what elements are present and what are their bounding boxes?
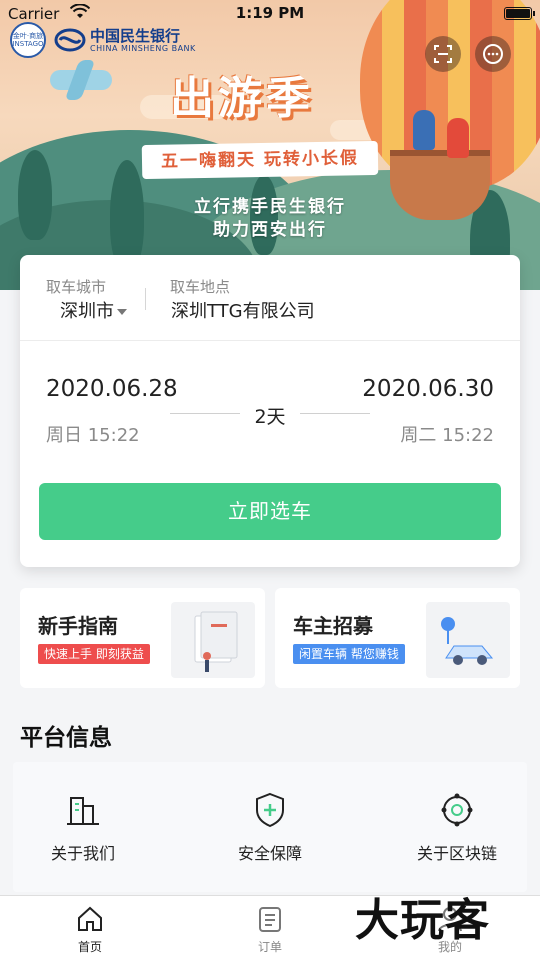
minsheng-bank-icon [54, 28, 86, 52]
tab-home-label: 首页 [77, 940, 102, 954]
banner-title: 出游季 [170, 73, 314, 124]
chevron-down-icon [117, 309, 127, 315]
clock: 1:19 PM [235, 4, 305, 22]
banner-subtitle-line2: 助力西安出行 [213, 220, 327, 240]
guide-card[interactable]: 新手指南 快速上手 即刻获益 [20, 588, 265, 688]
owner-recruit-card[interactable]: 车主招募 闲置车辆 帮您赚钱 [275, 588, 520, 688]
scan-icon [434, 45, 452, 63]
about-us-item[interactable]: 关于我们 [13, 790, 153, 864]
shield-plus-icon [250, 790, 290, 830]
pickup-location-label: 取车地点 [170, 278, 231, 296]
balloon-basket-illustration [390, 150, 490, 220]
platform-info-panel: 关于我们 安全保障 关于区块链 [13, 762, 527, 892]
about-us-label: 关于我们 [50, 844, 115, 863]
banner-subtitle-line1: 立行携手民生银行 [194, 197, 346, 217]
guide-tag: 快速上手 即刻获益 [38, 644, 150, 664]
blockchain-label: 关于区块链 [416, 844, 497, 863]
end-day-time[interactable]: 周二 15:22 [400, 421, 494, 447]
scan-button[interactable] [425, 36, 461, 72]
platform-info-heading: 平台信息 [20, 725, 112, 751]
status-bar: Carrier 1:19 PM [0, 0, 540, 28]
blockchain-item[interactable]: 关于区块链 [387, 790, 527, 864]
person-illustration [447, 118, 469, 158]
end-date[interactable]: 2020.06.30 [362, 376, 494, 402]
person-illustration [413, 110, 435, 150]
watermark-logo: 大玩客 [355, 895, 490, 946]
order-list-icon [255, 904, 285, 934]
bank-name-en: CHINA MINSHENG BANK [90, 43, 196, 53]
booking-card: 取车城市 深圳市 取车地点 深圳TTG有限公司 2020.06.28 周日 15… [20, 255, 520, 567]
banner-ribbon: 五一嗨翻天 玩转小长假 [141, 140, 379, 180]
tab-orders[interactable]: 订单 [230, 904, 310, 955]
security-item[interactable]: 安全保障 [200, 790, 340, 864]
owner-recruit-tag: 闲置车辆 帮您赚钱 [293, 644, 405, 664]
pickup-location-selector[interactable]: 深圳TTG有限公司 [171, 297, 315, 323]
tab-home[interactable]: 首页 [50, 904, 130, 955]
tab-orders-label: 订单 [257, 940, 282, 954]
guide-title: 新手指南 [38, 614, 118, 638]
home-icon [75, 904, 105, 934]
pickup-city-label: 取车城市 [46, 278, 107, 296]
start-date[interactable]: 2020.06.28 [46, 376, 178, 402]
message-icon [483, 44, 503, 64]
bank-name-cn: 中国民生银行 [90, 26, 181, 45]
message-button[interactable] [475, 36, 511, 72]
select-car-button[interactable]: 立即选车 [39, 483, 501, 540]
battery-icon [504, 7, 535, 20]
building-icon [63, 790, 103, 830]
airplane-illustration [50, 70, 112, 90]
blockchain-icon [437, 790, 477, 830]
pickup-city-selector[interactable]: 深圳市 [60, 297, 127, 323]
banner-subtitle: 立行携手民生银行 助力西安出行 [170, 196, 370, 242]
security-label: 安全保障 [237, 844, 302, 863]
owner-recruit-title: 车主招募 [293, 614, 373, 638]
pickup-city-value: 深圳市 [60, 301, 114, 322]
guide-book-illustration [171, 602, 255, 678]
car-illustration [426, 602, 510, 678]
